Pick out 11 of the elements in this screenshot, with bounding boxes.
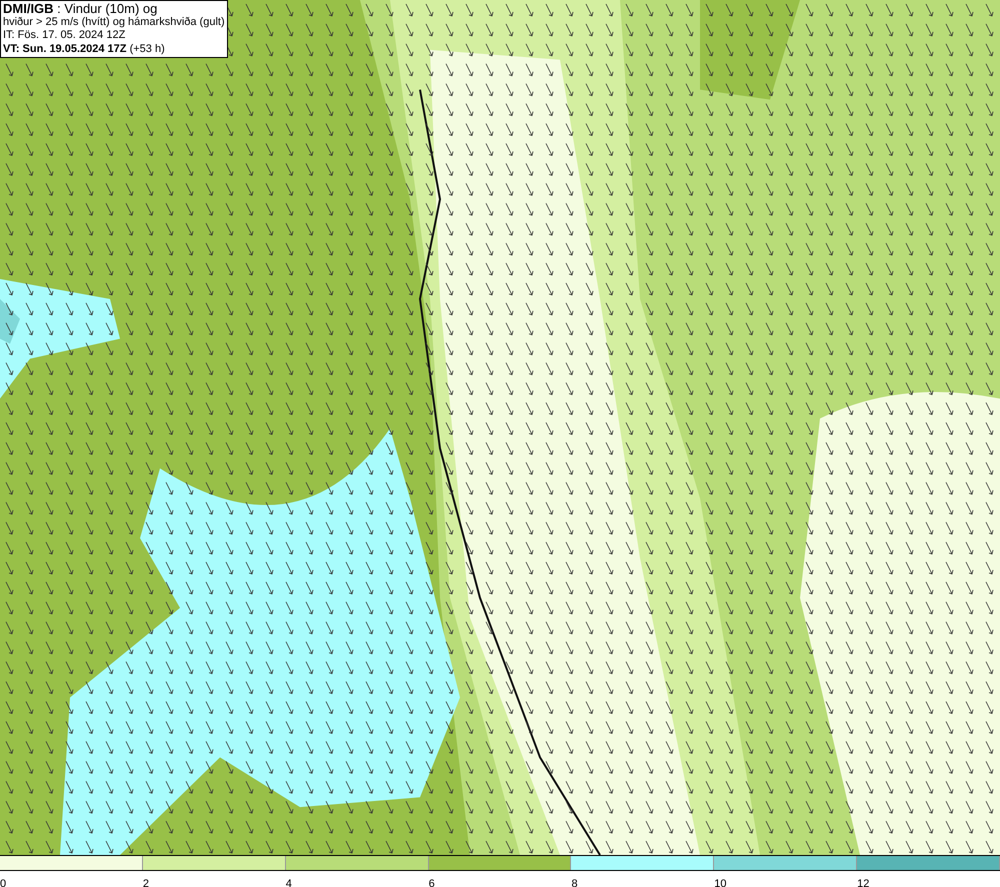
legend-label: 12 xyxy=(857,878,870,887)
map-subtitle: IT: Fös. 17. 05. 2024 12Z xyxy=(3,29,126,42)
legend-label: 2 xyxy=(142,878,149,887)
legend-label: 4 xyxy=(286,878,292,887)
legend-label: 10 xyxy=(714,878,727,887)
legend-label: 6 xyxy=(428,878,435,887)
map-title: DMI/IGB : Vindur (10m) og xyxy=(3,2,158,16)
legend-label: 8 xyxy=(571,878,578,887)
map-subtitle: VT: Sun. 19.05.2024 17Z (+53 h) xyxy=(3,42,166,56)
legend-label: 0 xyxy=(0,878,6,887)
map-subtitle: hviður > 25 m/s (hvítt) og hámarkshviða (gult) xyxy=(3,16,225,29)
